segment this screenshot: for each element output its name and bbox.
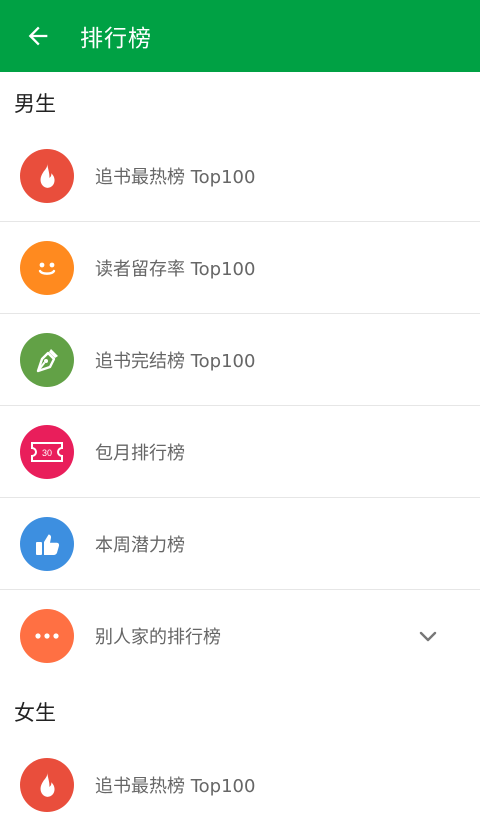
section-header-female: 女生 — [14, 701, 56, 725]
ranking-item-completed[interactable]: 追书完结榜 Top100 — [0, 314, 480, 406]
app-bar: 排行榜 — [0, 0, 480, 72]
chevron-down-icon[interactable] — [418, 626, 438, 646]
page-title: 排行榜 — [80, 26, 152, 52]
item-label: 追书完结榜 Top100 — [95, 350, 256, 372]
item-label: 包月排行榜 — [95, 442, 185, 464]
ranking-item-potential[interactable]: 本周潜力榜 — [0, 498, 480, 590]
section-header-male: 男生 — [14, 92, 56, 116]
back-button[interactable] — [18, 16, 58, 56]
flame-icon — [20, 758, 74, 812]
ranking-item-others[interactable]: 别人家的排行榜 — [0, 590, 480, 682]
ranking-item-retention[interactable]: 读者留存率 Top100 — [0, 222, 480, 314]
ranking-item-hottest-female[interactable]: 追书最热榜 Top100 — [0, 739, 480, 831]
flame-icon — [20, 148, 74, 203]
ranking-item-monthly[interactable]: 30 包月排行榜 — [0, 406, 480, 498]
arrow-left-icon — [28, 26, 48, 46]
ranking-item-hottest[interactable]: 追书最热榜 Top100 — [0, 130, 480, 222]
item-label: 别人家的排行榜 — [95, 627, 221, 648]
thumbs-up-icon — [20, 516, 74, 571]
item-label: 追书最热榜 Top100 — [95, 166, 256, 188]
item-label: 本周潜力榜 — [95, 534, 185, 556]
smiley-icon — [20, 240, 74, 295]
pen-nib-icon — [20, 332, 74, 387]
ticket-icon: 30 — [20, 424, 74, 479]
more-dots-icon — [20, 609, 74, 663]
item-label: 读者留存率 Top100 — [95, 258, 256, 280]
svg-text:30: 30 — [42, 448, 52, 458]
item-label: 追书最热榜 Top100 — [95, 776, 256, 797]
